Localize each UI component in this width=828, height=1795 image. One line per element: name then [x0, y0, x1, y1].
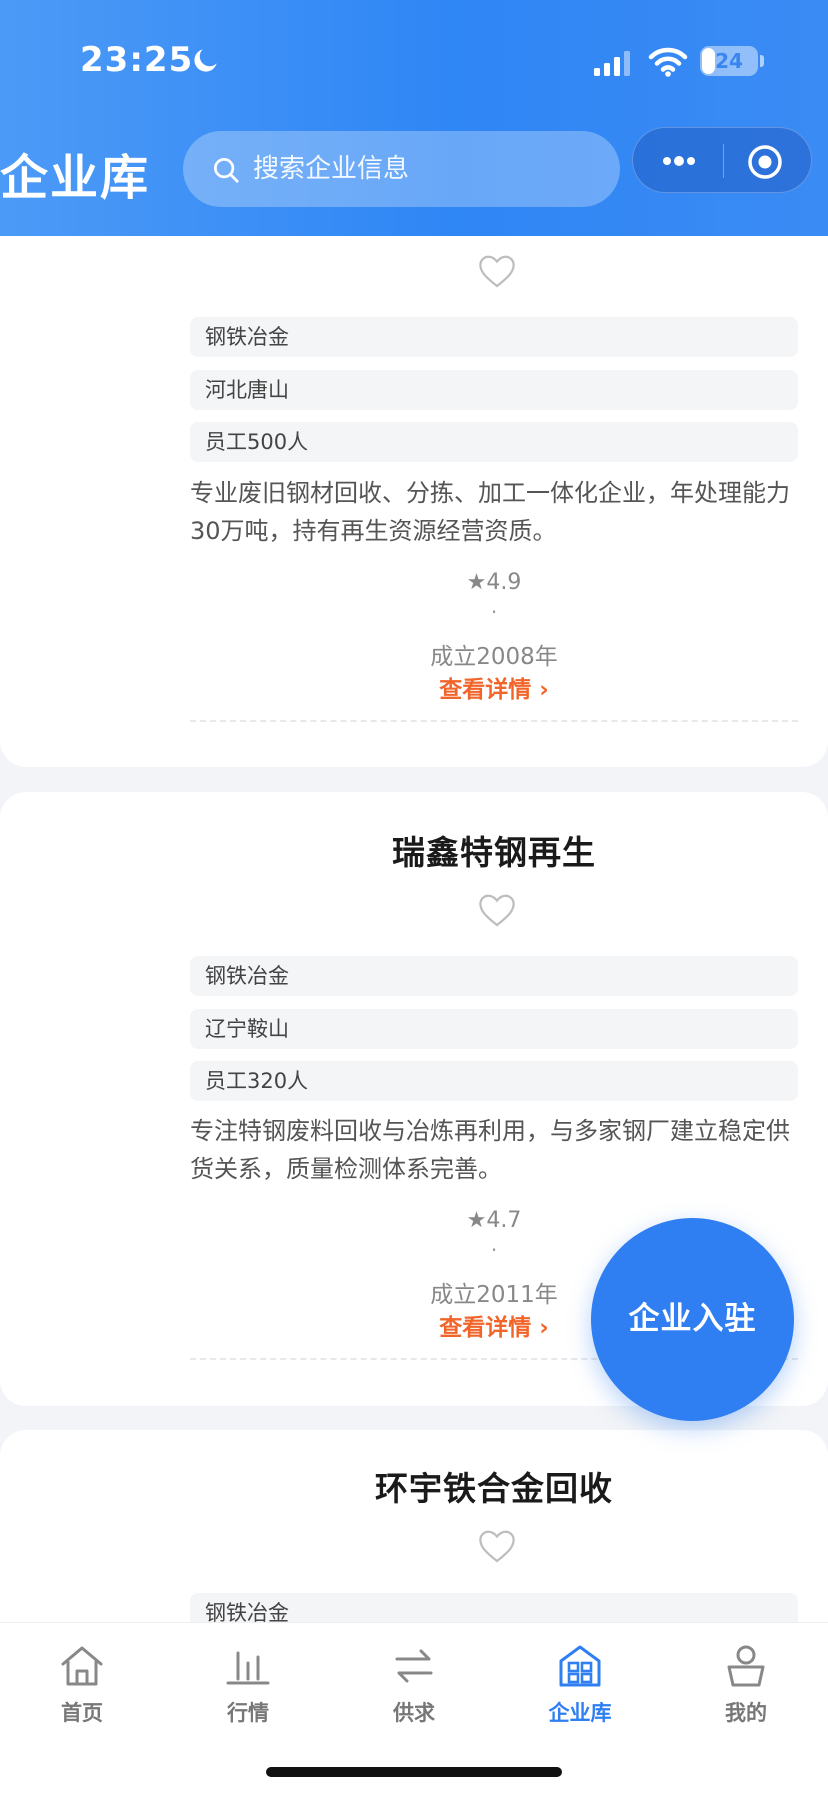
close-mini-program-icon[interactable]: [745, 142, 785, 182]
tab-label: 供求: [393, 1701, 435, 1725]
tab-home[interactable]: 首页: [22, 1641, 142, 1741]
swap-icon: [395, 1649, 433, 1683]
card-divider: [190, 720, 798, 722]
tab-profile[interactable]: 我的: [686, 1641, 806, 1741]
tab-label: 企业库: [548, 1701, 612, 1725]
status-time: 23:25: [80, 40, 194, 80]
tab-label: 首页: [61, 1701, 103, 1725]
home-icon: [61, 1646, 103, 1686]
company-rating: ★4.9: [466, 570, 522, 595]
wifi-icon: [648, 47, 688, 77]
tab-label: 我的: [725, 1701, 767, 1725]
tab-market[interactable]: 行情: [188, 1641, 308, 1741]
tab-company-library[interactable]: 企业库: [520, 1641, 640, 1741]
company-name: 瑞鑫特钢再生: [392, 833, 596, 872]
mini-program-capsule: [632, 127, 812, 193]
chart-icon: [226, 1651, 270, 1685]
search-icon: [214, 158, 239, 183]
staff-tag: 员工500人: [190, 422, 798, 462]
view-details-link[interactable]: 查看详情 ›: [190, 670, 798, 704]
user-icon: [727, 1645, 765, 1687]
industry-tag: 钢铁冶金: [190, 317, 798, 357]
staff-tag: 员工320人: [190, 1061, 798, 1101]
industry-tag: 钢铁冶金: [190, 956, 798, 996]
company-library-page: 钢铁冶金 河北唐山 员工500人 专业废旧钢材回收、分拣、加工一体化企业，年处理…: [0, 0, 828, 1795]
company-card[interactable]: 钢铁冶金 河北唐山 员工500人 专业废旧钢材回收、分拣、加工一体化企业，年处理…: [0, 200, 828, 767]
capsule-divider: [723, 144, 724, 178]
app-header: 23:25 24 企业库: [0, 0, 828, 236]
battery-indicator: 24: [700, 46, 758, 76]
location-tag: 河北唐山: [190, 370, 798, 410]
tab-label: 行情: [227, 1701, 269, 1725]
heart-icon[interactable]: [478, 892, 516, 928]
heart-icon[interactable]: [478, 253, 516, 289]
building-icon: [559, 1645, 601, 1687]
tab-supply-demand[interactable]: 供求: [354, 1641, 474, 1741]
signal-icon: [594, 51, 630, 76]
home-indicator: [266, 1767, 562, 1777]
search-bar[interactable]: [183, 131, 620, 207]
company-name: 环宇铁合金回收: [375, 1469, 613, 1508]
company-description: 专业废旧钢材回收、分拣、加工一体化企业，年处理能力30万吨，持有再生资源经营资质…: [190, 479, 790, 545]
moon-icon: [194, 49, 217, 72]
page-title: 企业库: [0, 150, 151, 206]
company-join-button[interactable]: 企业入驻: [591, 1218, 794, 1421]
heart-icon[interactable]: [478, 1528, 516, 1564]
battery-tip: [760, 55, 764, 67]
battery-level: 24: [715, 49, 743, 73]
location-tag: 辽宁鞍山: [190, 1009, 798, 1049]
more-options-icon[interactable]: [659, 146, 699, 176]
search-input[interactable]: [253, 131, 603, 207]
company-description: 专注特钢废料回收与冶炼再利用，与多家钢厂建立稳定供货关系，质量检测体系完善。: [190, 1117, 790, 1183]
meta-separator: ·: [490, 600, 498, 624]
founded-year: 成立2008年: [430, 644, 558, 670]
